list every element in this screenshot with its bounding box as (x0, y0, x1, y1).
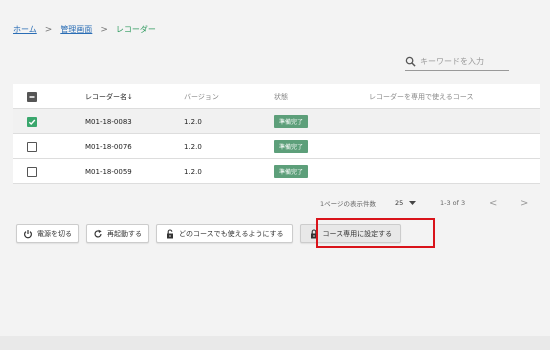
restart-label: 再起動する (107, 229, 142, 238)
row-checkbox[interactable] (27, 166, 37, 177)
power-off-label: 電源を切る (37, 229, 72, 238)
breadcrumb-home-link[interactable]: ホーム (13, 24, 37, 35)
power-icon (24, 229, 32, 238)
recorder-version: 1.2.0 (184, 167, 202, 176)
search-input[interactable] (420, 57, 508, 66)
per-page-value: 25 (395, 199, 404, 207)
unlock-icon (167, 228, 173, 238)
minus-icon (29, 95, 35, 98)
pagination: 1ページの表示件数 25 1-3 of 3 < > (13, 190, 540, 216)
highlight-box (316, 218, 435, 248)
breadcrumb-current: レコーダー (115, 25, 156, 34)
unlock-all-label: どのコースでも使えるようにする (179, 229, 284, 238)
select-all-checkbox[interactable] (27, 91, 37, 102)
dropdown-arrow-icon (409, 200, 417, 205)
page-range: 1-3 of 3 (440, 199, 466, 207)
check-icon (28, 119, 36, 125)
recorder-name: M01-18-0076 (85, 142, 132, 151)
prev-page-button[interactable]: < (489, 198, 497, 209)
unlock-all-courses-button[interactable]: どのコースでも使えるようにする (156, 224, 293, 243)
recorder-version: 1.2.0 (184, 117, 202, 126)
table-row[interactable]: M01-18-0076 1.2.0 準備完了 (13, 134, 540, 159)
column-header-name[interactable]: レコーダー名↓ (85, 84, 133, 109)
refresh-icon (94, 229, 102, 238)
next-page-button[interactable]: > (520, 198, 528, 209)
per-page-label: 1ページの表示件数 (320, 200, 377, 208)
recorder-version: 1.2.0 (184, 142, 202, 151)
column-header-version: バージョン (184, 92, 219, 101)
bottom-strip (0, 336, 550, 350)
status-badge: 準備完了 (274, 140, 309, 153)
breadcrumb-separator: > (44, 24, 53, 35)
status-badge: 準備完了 (274, 165, 309, 178)
recorder-table: レコーダー名↓ バージョン 状態 レコーダーを専用で使えるコース M01-18-… (13, 84, 540, 184)
row-checkbox[interactable] (27, 116, 37, 127)
table-row[interactable]: M01-18-0083 1.2.0 準備完了 (13, 109, 540, 134)
recorder-name: M01-18-0083 (85, 117, 132, 126)
status-badge: 準備完了 (274, 115, 309, 128)
breadcrumb-admin-link[interactable]: 管理画面 (60, 24, 92, 35)
restart-button[interactable]: 再起動する (86, 224, 149, 243)
breadcrumb: ホーム > 管理画面 > レコーダー (13, 24, 156, 35)
recorder-name: M01-18-0059 (85, 167, 132, 176)
power-off-button[interactable]: 電源を切る (16, 224, 79, 243)
per-page-select[interactable]: 25 (395, 199, 417, 207)
column-header-course: レコーダーを専用で使えるコース (369, 92, 474, 101)
table-header-row: レコーダー名↓ バージョン 状態 レコーダーを専用で使えるコース (13, 84, 540, 109)
row-checkbox[interactable] (27, 141, 37, 152)
search-icon (405, 56, 416, 67)
breadcrumb-separator: > (100, 24, 108, 35)
table-row[interactable]: M01-18-0059 1.2.0 準備完了 (13, 159, 540, 184)
search-box (405, 53, 509, 71)
column-header-state: 状態 (274, 92, 288, 101)
page: ホーム > 管理画面 > レコーダー レコーダー名↓ バージョン 状態 レコーダ… (0, 0, 550, 336)
